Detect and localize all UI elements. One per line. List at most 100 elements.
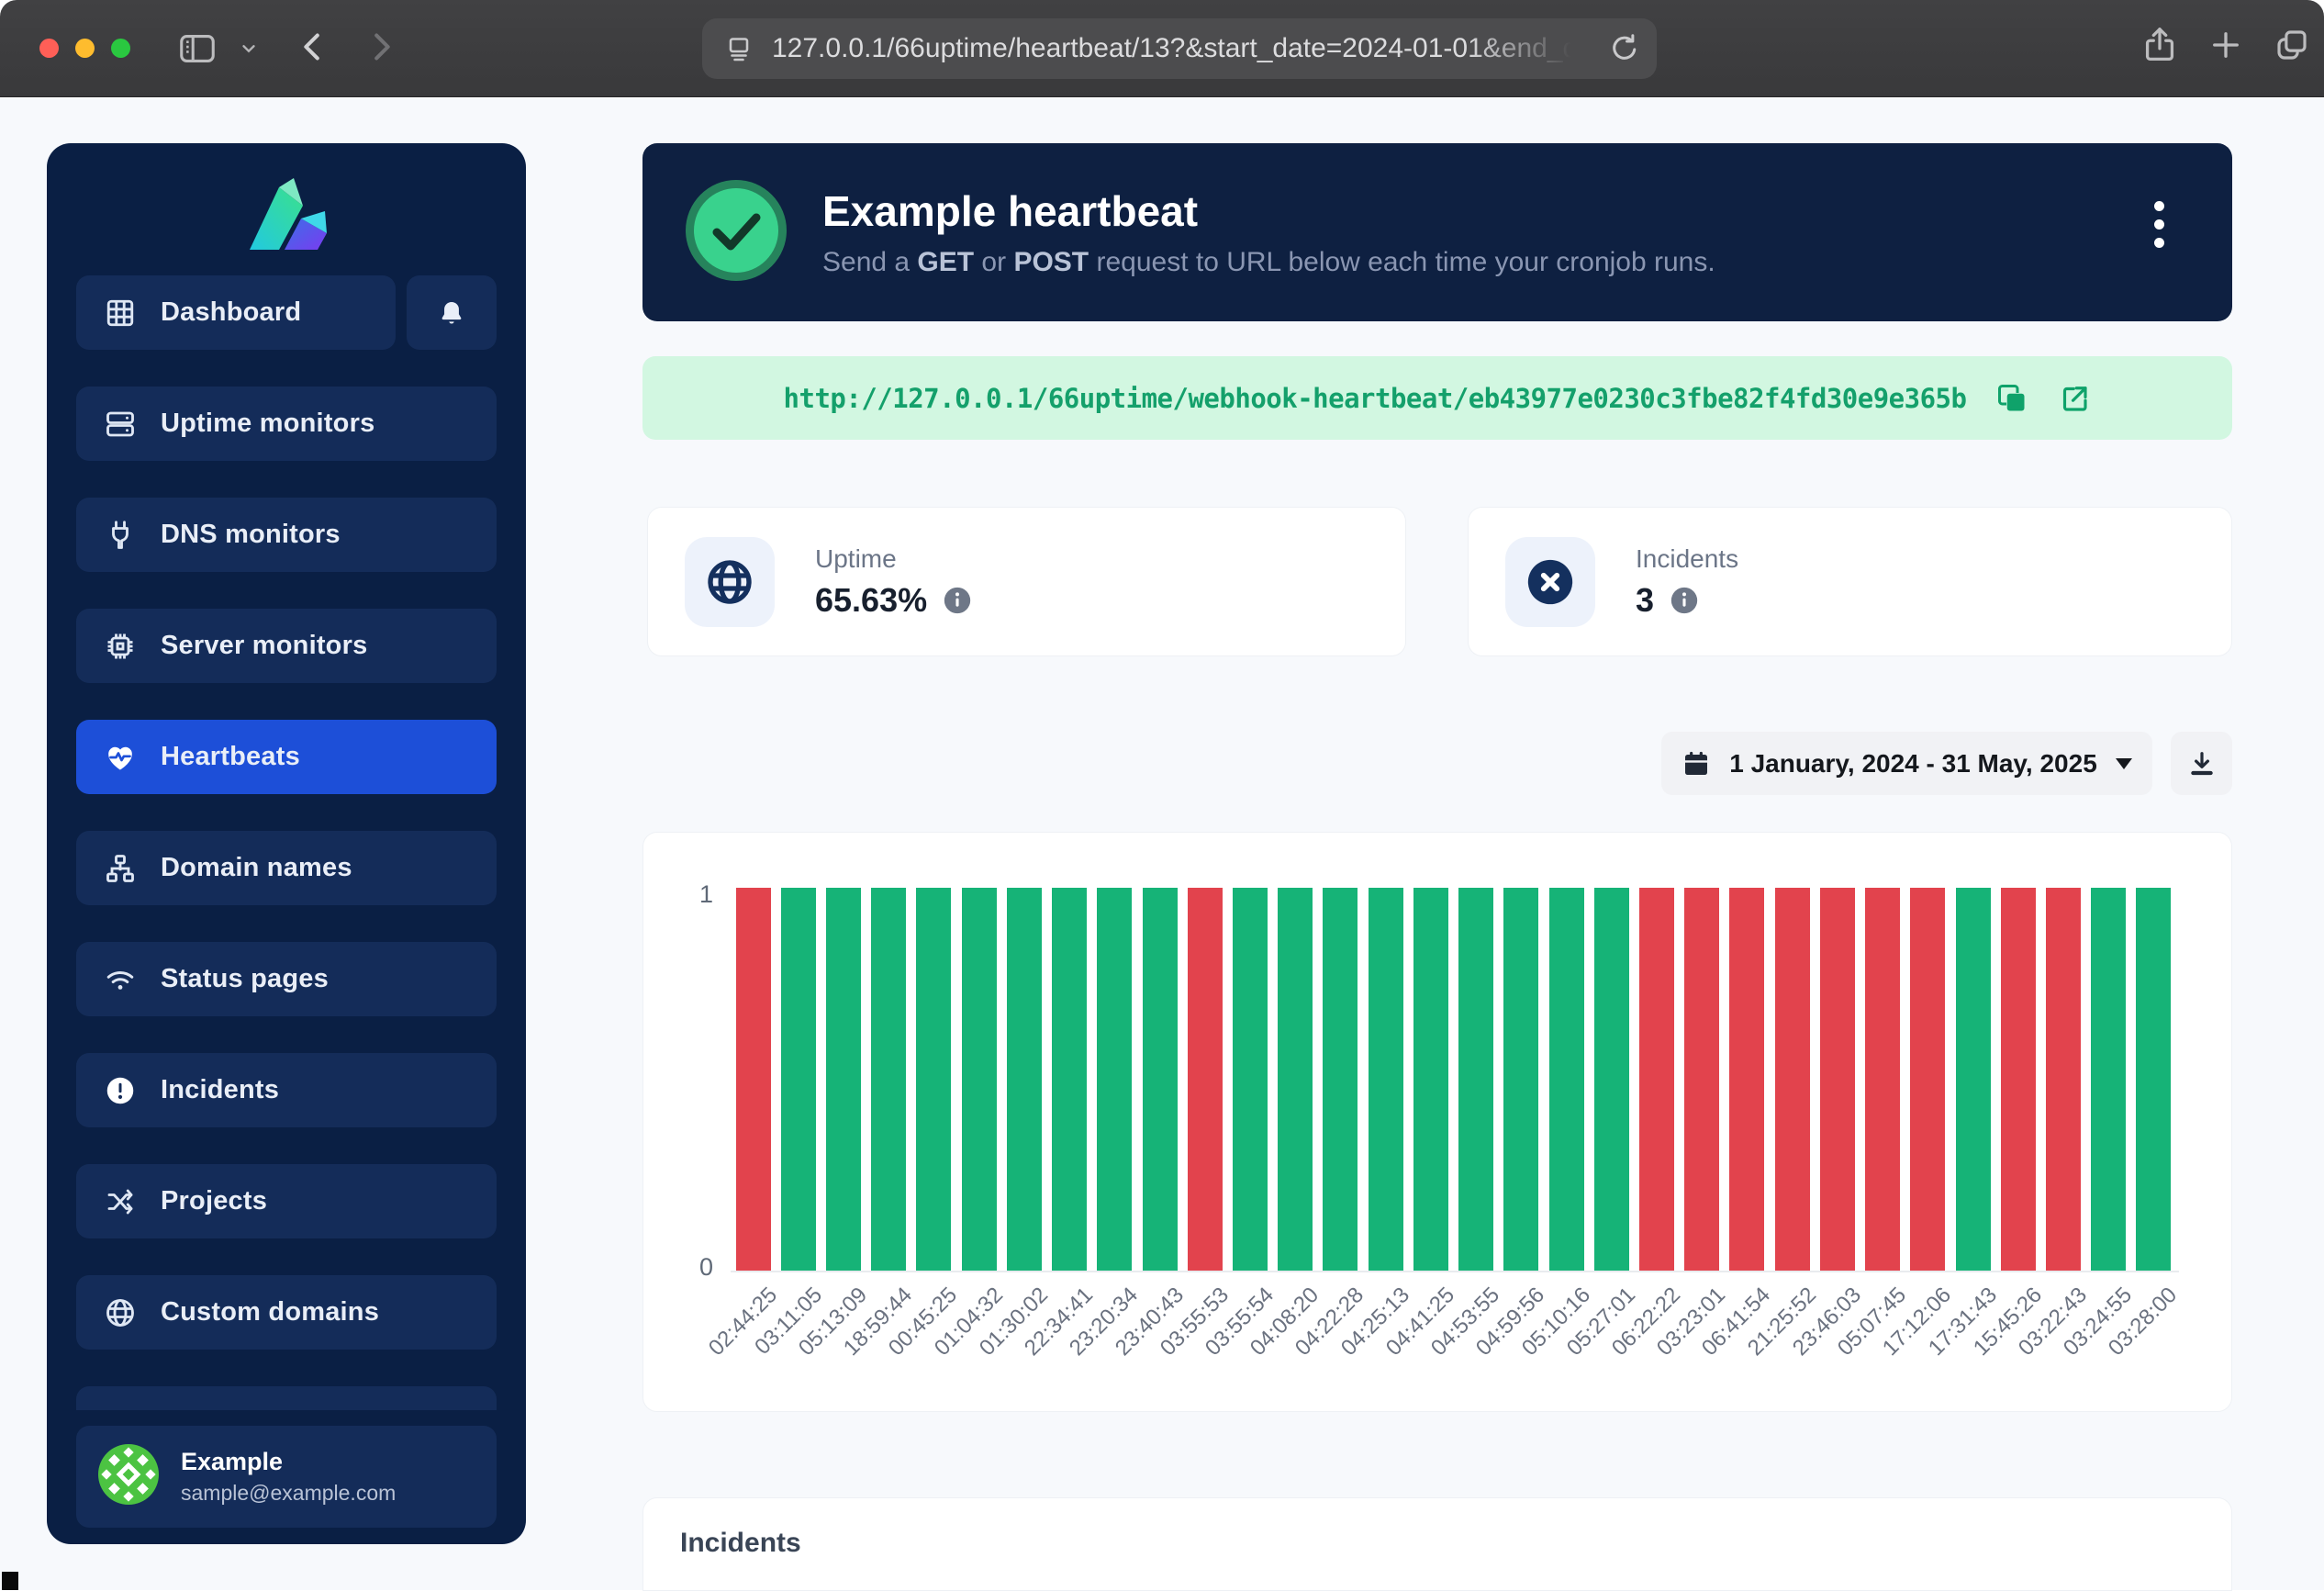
share-icon[interactable] <box>2139 24 2181 66</box>
sidebar-item-label: Uptime monitors <box>161 409 374 439</box>
page-subtitle: Send a GET or POST request to URL below … <box>822 247 1715 278</box>
chart-bar-down[interactable] <box>1188 888 1223 1271</box>
app-logo <box>235 167 338 259</box>
date-range-picker[interactable]: 1 January, 2024 - 31 May, 2025 <box>1661 732 2152 795</box>
stat-label: Incidents <box>1636 544 1738 574</box>
incidents-section: Incidents <box>642 1497 2232 1591</box>
heartbeat-header-card: Example heartbeat Send a GET or POST req… <box>642 143 2232 321</box>
servers-icon <box>104 408 137 441</box>
chart-bar-up[interactable] <box>1413 888 1448 1271</box>
status-check-icon <box>685 179 788 286</box>
sidebar-item-partial[interactable] <box>76 1386 497 1410</box>
chart-bar-up[interactable] <box>871 888 906 1271</box>
incidents-section-title: Incidents <box>680 1528 2195 1559</box>
tab-overview-icon[interactable] <box>2273 26 2311 64</box>
chart-bar-up[interactable] <box>1956 888 1991 1271</box>
page-title: Example heartbeat <box>822 186 1715 236</box>
caret-down-icon <box>2116 758 2132 769</box>
window-close-button[interactable] <box>39 39 59 58</box>
chart-bar-down[interactable] <box>1729 888 1764 1271</box>
chart-bar-down[interactable] <box>1775 888 1810 1271</box>
info-icon[interactable] <box>1669 585 1700 616</box>
chart-bar-down[interactable] <box>2046 888 2081 1271</box>
chevron-down-icon[interactable] <box>239 39 259 59</box>
chart-bar-up[interactable] <box>916 888 951 1271</box>
y-axis-tick-0: 0 <box>669 1253 713 1282</box>
chart-bar-down[interactable] <box>1910 888 1945 1271</box>
copy-icon[interactable] <box>1995 382 2028 415</box>
x-axis-labels: 02:44:2503:11:0505:13:0918:59:4400:45:25… <box>731 1283 2176 1411</box>
download-icon <box>2187 749 2217 779</box>
browser-sidebar-toggle-icon[interactable] <box>176 28 218 70</box>
sidebar-item-domain-names[interactable]: Domain names <box>76 831 497 905</box>
chart-bar-down[interactable] <box>1865 888 1900 1271</box>
chart-bar-up[interactable] <box>1052 888 1087 1271</box>
sidebar-item-label: Dashboard <box>161 297 301 328</box>
chart-bar-up[interactable] <box>1594 888 1629 1271</box>
grid-icon <box>104 297 137 330</box>
chart-bar-down[interactable] <box>2001 888 2036 1271</box>
chart-bar-up[interactable] <box>2091 888 2126 1271</box>
sidebar-item-label: Projects <box>161 1186 267 1216</box>
browser-toolbar: 127.0.0.1/66uptime/heartbeat/13?&start_d… <box>0 0 2324 97</box>
chart-bar-up[interactable] <box>1278 888 1313 1271</box>
window-minimize-button[interactable] <box>75 39 95 58</box>
chart-bar-down[interactable] <box>1684 888 1719 1271</box>
sidebar-item-dns-monitors[interactable]: DNS monitors <box>76 498 497 572</box>
sidebar-item-uptime-monitors[interactable]: Uptime monitors <box>76 387 497 461</box>
more-options-icon[interactable] <box>2154 201 2164 248</box>
sidebar-item-label: Heartbeats <box>161 742 300 772</box>
reload-icon[interactable] <box>1607 30 1642 65</box>
sidebar-item-label: Domain names <box>161 853 352 883</box>
sidebar-item-heartbeats[interactable]: Heartbeats <box>76 720 497 794</box>
x-axis-line <box>731 1271 2179 1272</box>
download-button[interactable] <box>2171 732 2232 795</box>
sidebar-item-status-pages[interactable]: Status pages <box>76 942 497 1016</box>
cpu-icon <box>104 630 137 663</box>
new-tab-icon[interactable] <box>2207 26 2245 64</box>
chart-bar-down[interactable] <box>1820 888 1855 1271</box>
x-circle-icon <box>1505 537 1595 627</box>
chart-bar-up[interactable] <box>781 888 816 1271</box>
chart-bar-down[interactable] <box>736 888 771 1271</box>
plug-icon <box>104 519 137 552</box>
page-settings-icon[interactable] <box>722 32 755 65</box>
shuffle-icon <box>104 1185 137 1218</box>
chart-bars <box>731 888 2176 1271</box>
sidebar-item-dashboard[interactable]: Dashboard <box>76 275 396 350</box>
info-icon[interactable] <box>942 585 973 616</box>
sidebar-item-custom-domains[interactable]: Custom domains <box>76 1275 497 1350</box>
window-zoom-button[interactable] <box>111 39 130 58</box>
sidebar-item-server-monitors[interactable]: Server monitors <box>76 609 497 683</box>
webhook-url[interactable]: http://127.0.0.1/66uptime/webhook-heartb… <box>784 383 1967 414</box>
heartbeat-status-chart: 1 0 02:44:2503:11:0505:13:0918:59:4400:4… <box>642 832 2232 1412</box>
sidebar-item-incidents[interactable]: Incidents <box>76 1053 497 1127</box>
forward-button[interactable] <box>360 26 402 68</box>
sidebar-item-projects[interactable]: Projects <box>76 1164 497 1238</box>
calendar-icon <box>1682 749 1711 779</box>
user-menu[interactable]: Example sample@example.com <box>76 1426 497 1528</box>
chart-bar-up[interactable] <box>1503 888 1538 1271</box>
notifications-button[interactable] <box>407 275 497 350</box>
chart-bar-down[interactable] <box>1639 888 1674 1271</box>
chart-bar-up[interactable] <box>1458 888 1493 1271</box>
user-name: Example <box>181 1448 396 1476</box>
chart-bar-up[interactable] <box>962 888 997 1271</box>
chart-bar-up[interactable] <box>2136 888 2171 1271</box>
chart-bar-up[interactable] <box>826 888 861 1271</box>
chart-bar-up[interactable] <box>1007 888 1042 1271</box>
chart-bar-up[interactable] <box>1097 888 1132 1271</box>
sidebar-item-label: Incidents <box>161 1075 279 1105</box>
chart-bar-up[interactable] <box>1369 888 1403 1271</box>
page-background: Dashboard Uptime monitors DNS monitors Ser… <box>0 98 2324 1590</box>
desktop-corner-artifact <box>2 1572 18 1590</box>
chart-bar-up[interactable] <box>1233 888 1268 1271</box>
external-link-icon[interactable] <box>2058 382 2091 415</box>
chart-bar-up[interactable] <box>1143 888 1178 1271</box>
webhook-url-banner: http://127.0.0.1/66uptime/webhook-heartb… <box>642 356 2232 440</box>
chart-bar-up[interactable] <box>1323 888 1358 1271</box>
back-button[interactable] <box>292 26 334 68</box>
address-bar[interactable]: 127.0.0.1/66uptime/heartbeat/13?&start_d… <box>702 18 1657 79</box>
date-range-label: 1 January, 2024 - 31 May, 2025 <box>1729 749 2097 779</box>
chart-bar-up[interactable] <box>1549 888 1584 1271</box>
